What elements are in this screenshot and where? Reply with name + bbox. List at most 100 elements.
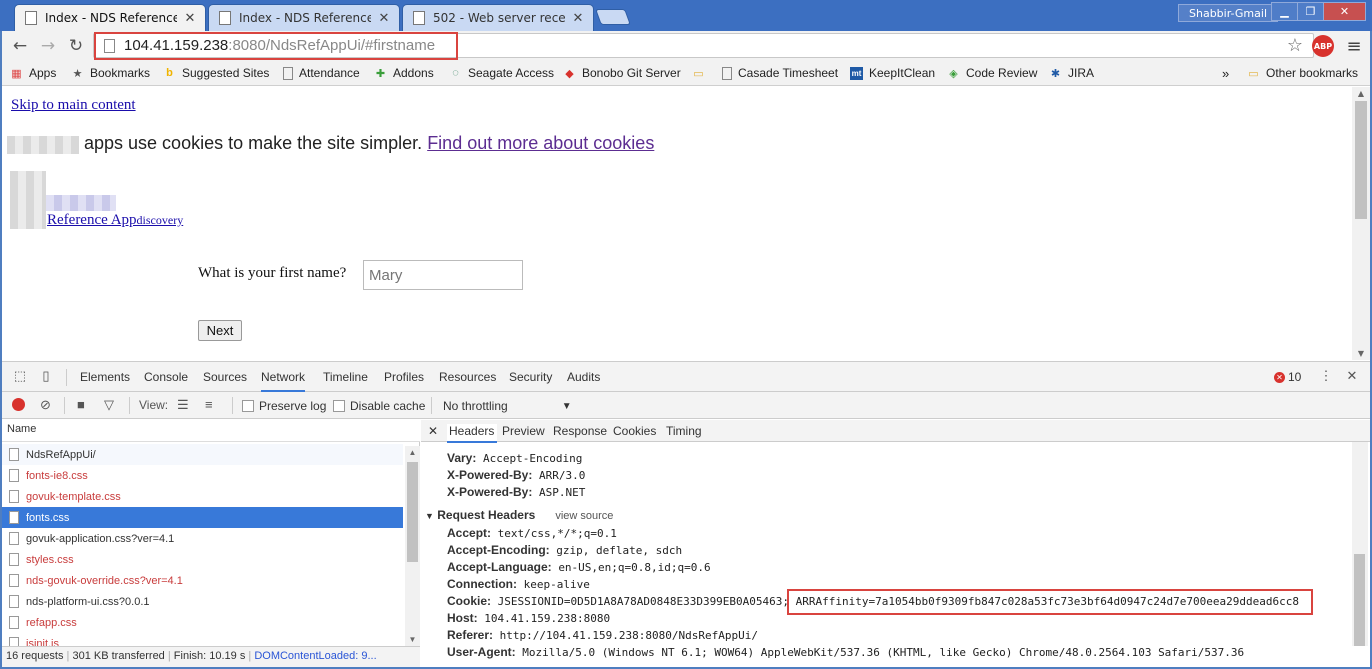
tab-timing[interactable]: Timing xyxy=(666,424,702,438)
tab-security[interactable]: Security xyxy=(509,370,552,384)
scroll-up-icon[interactable]: ▲ xyxy=(405,446,420,459)
close-icon[interactable]: ✕ xyxy=(377,11,391,26)
bookmark-bookmarks[interactable]: ★ Bookmarks xyxy=(71,65,150,81)
tab-sources[interactable]: Sources xyxy=(203,370,247,384)
request-row[interactable]: govuk-application.css?ver=4.1 xyxy=(2,528,403,549)
request-row[interactable]: nds-platform-ui.css?0.0.1 xyxy=(2,591,403,612)
url-highlight-box xyxy=(94,32,458,60)
page-icon xyxy=(413,11,425,25)
inspect-icon[interactable]: ⬚ xyxy=(12,368,28,384)
record-icon[interactable] xyxy=(12,398,25,411)
close-window-icon[interactable]: ✕ xyxy=(1323,2,1366,21)
details-scrollbar[interactable] xyxy=(1352,442,1368,646)
request-row[interactable]: fonts.css xyxy=(2,507,403,528)
request-row[interactable]: refapp.css xyxy=(2,612,403,633)
filter-icon[interactable]: ▽ xyxy=(104,397,114,413)
tab-index-1[interactable]: Index - NDS Reference Ap ✕ xyxy=(14,4,206,31)
request-headers-section[interactable]: ▼ Request Headers view source xyxy=(425,508,613,522)
more-options-icon[interactable]: ⋮ xyxy=(1318,368,1334,384)
bookmark-code-review[interactable]: ◈ Code Review xyxy=(947,65,1037,81)
request-name: nds-govuk-override.css?ver=4.1 xyxy=(26,574,183,587)
cookie-link[interactable]: Find out more about cookies xyxy=(427,133,654,153)
tab-502[interactable]: 502 - Web server received ✕ xyxy=(402,4,594,31)
firstname-input[interactable] xyxy=(363,260,523,290)
header-line: Referer: http://104.41.159.238:8080/NdsR… xyxy=(447,628,758,642)
minimize-icon[interactable]: ▁ xyxy=(1271,2,1298,21)
request-row[interactable]: NdsRefAppUi/ xyxy=(2,444,403,465)
new-tab-button[interactable] xyxy=(595,9,631,25)
request-row[interactable]: govuk-template.css xyxy=(2,486,403,507)
divider xyxy=(64,397,65,414)
request-list-scrollbar[interactable]: ▲ ▼ xyxy=(405,446,420,646)
scroll-down-icon[interactable]: ▼ xyxy=(405,633,420,646)
scroll-up-icon[interactable]: ▲ xyxy=(1352,87,1370,100)
bookmark-suggested-sites[interactable]: b Suggested Sites xyxy=(163,65,269,81)
header-value: ARR/3.0 xyxy=(538,469,586,482)
name-column-header[interactable]: Name xyxy=(2,420,420,442)
tab-index-2[interactable]: Index - NDS Reference Ap ✕ xyxy=(208,4,400,31)
tab-headers[interactable]: Headers xyxy=(447,424,498,443)
next-button[interactable]: Next xyxy=(198,320,242,341)
page-scrollbar[interactable]: ▲ ▼ xyxy=(1352,87,1370,360)
waterfall-view-icon[interactable]: ≡ xyxy=(205,397,213,412)
tab-title: Index - NDS Reference Ap xyxy=(45,11,177,25)
header-value: http://104.41.159.238:8080/NdsRefAppUi/ xyxy=(499,629,758,642)
request-row[interactable]: nds-govuk-override.css?ver=4.1 xyxy=(2,570,403,591)
scroll-down-icon[interactable]: ▼ xyxy=(1352,347,1370,360)
clear-icon[interactable]: ⊘ xyxy=(40,397,51,413)
list-view-icon[interactable]: ☰ xyxy=(177,397,189,413)
tab-console[interactable]: Console xyxy=(144,370,188,384)
request-row[interactable]: fonts-ie8.css xyxy=(2,465,403,486)
tab-audits[interactable]: Audits xyxy=(567,370,600,384)
close-details-icon[interactable]: ✕ xyxy=(428,424,438,438)
request-row[interactable]: styles.css xyxy=(2,549,403,570)
forward-icon[interactable]: → xyxy=(37,35,59,57)
menu-icon[interactable]: ≡ xyxy=(1344,35,1364,57)
reload-icon[interactable]: ↻ xyxy=(65,35,87,57)
camera-icon[interactable]: ■ xyxy=(77,397,85,412)
header-key: Connection: xyxy=(447,577,517,591)
file-icon xyxy=(9,574,19,587)
tab-preview[interactable]: Preview xyxy=(502,424,545,438)
tab-title: Index - NDS Reference Ap xyxy=(239,11,371,25)
bookmark-other-bookmarks[interactable]: ▭ Other bookmarks xyxy=(1247,65,1358,81)
close-icon[interactable]: ✕ xyxy=(183,11,197,26)
tab-timeline[interactable]: Timeline xyxy=(323,370,368,384)
bookmark-seagate-access[interactable]: ◌ Seagate Access xyxy=(449,65,554,81)
back-icon[interactable]: ← xyxy=(9,35,31,57)
adblock-icon[interactable]: ABP xyxy=(1312,35,1334,57)
tab-elements[interactable]: Elements xyxy=(80,370,130,384)
throttling-select[interactable]: No throttling ▼ xyxy=(443,399,572,413)
scroll-thumb[interactable] xyxy=(407,462,418,562)
bookmark-casade-timesheet[interactable]: Casade Timesheet xyxy=(722,65,838,81)
header-key: Accept-Language: xyxy=(447,560,552,574)
reference-app-link[interactable]: Reference Appdiscovery xyxy=(47,212,183,229)
bookmarks-overflow[interactable]: » xyxy=(1222,65,1229,81)
bookmark-bonobo-git-server[interactable]: ◆ Bonobo Git Server xyxy=(563,65,680,81)
preserve-log-checkbox[interactable]: Preserve log xyxy=(242,399,326,413)
star-icon[interactable]: ☆ xyxy=(1287,35,1303,56)
bookmark-apps[interactable]: ▦ Apps xyxy=(10,65,56,81)
tab-network[interactable]: Network xyxy=(261,370,306,392)
scroll-thumb[interactable] xyxy=(1355,101,1367,219)
bookmark-jira[interactable]: ✱ JIRA xyxy=(1049,65,1094,81)
skip-link[interactable]: Skip to main content xyxy=(11,97,136,114)
tab-cookies[interactable]: Cookies xyxy=(613,424,656,438)
tab-response[interactable]: Response xyxy=(553,424,607,438)
error-counter[interactable]: ✕ 10 xyxy=(1274,370,1301,384)
profile-button[interactable]: Shabbir-Gmail xyxy=(1178,4,1278,22)
tab-profiles[interactable]: Profiles xyxy=(384,370,424,384)
bookmark-folder[interactable]: ▭ xyxy=(692,65,711,81)
tab-resources[interactable]: Resources xyxy=(439,370,496,384)
close-devtools-icon[interactable]: ✕ xyxy=(1344,368,1360,384)
bookmark-addons[interactable]: ✚ Addons xyxy=(374,65,434,81)
bookmark-keepitclean[interactable]: mt KeepItClean xyxy=(850,65,935,81)
disable-cache-checkbox[interactable]: Disable cache xyxy=(333,399,425,413)
view-source-link[interactable]: view source xyxy=(555,510,613,522)
bookmark-attendance[interactable]: Attendance xyxy=(283,65,360,81)
close-icon[interactable]: ✕ xyxy=(571,11,585,26)
restore-icon[interactable]: ❐ xyxy=(1297,2,1324,21)
device-icon[interactable]: ▯ xyxy=(38,368,54,384)
scroll-thumb[interactable] xyxy=(1354,554,1365,646)
header-value: en-US,en;q=0.8,id;q=0.6 xyxy=(558,561,711,574)
